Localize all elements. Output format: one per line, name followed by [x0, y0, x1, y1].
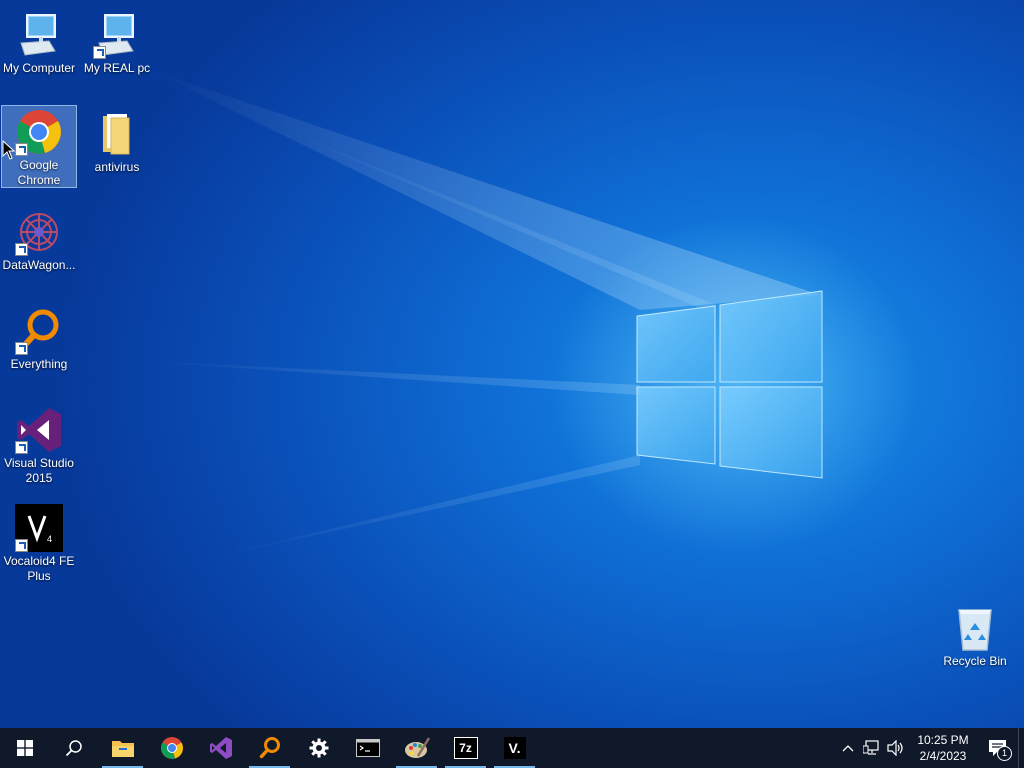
taskbar: 7z V. 10:25 PM 2/4/2023 1	[0, 728, 1024, 768]
start-button[interactable]	[0, 728, 49, 768]
taskbar-file-explorer[interactable]	[98, 728, 147, 768]
desktop-icon-label: Visual Studio 2015	[4, 456, 74, 485]
desktop-icon-label: Recycle Bin	[943, 654, 1007, 668]
taskbar-everything[interactable]	[245, 728, 294, 768]
notification-badge: 1	[997, 746, 1012, 761]
taskbar-vocaloid[interactable]: V.	[490, 728, 539, 768]
desktop-icon-label: Google Chrome	[17, 158, 61, 187]
desktop-icon-label: antivirus	[94, 160, 140, 174]
shortcut-arrow-icon	[93, 46, 106, 59]
shortcut-arrow-icon	[15, 539, 28, 552]
desktop-icon-label: Everything	[10, 357, 68, 371]
desktop-icon-datawagon[interactable]: DataWagon...	[1, 205, 77, 274]
volume-button[interactable]	[884, 728, 908, 768]
search-button[interactable]	[49, 728, 98, 768]
taskbar-chrome[interactable]	[147, 728, 196, 768]
system-tray: 10:25 PM 2/4/2023 1	[836, 728, 1024, 768]
monitor-icon	[15, 11, 63, 59]
shortcut-arrow-icon	[15, 441, 28, 454]
network-button[interactable]	[860, 728, 884, 768]
desktop-icon-everything[interactable]: Everything	[1, 304, 77, 373]
network-icon	[863, 740, 879, 755]
taskbar-paint[interactable]	[392, 728, 441, 768]
chrome-icon	[160, 737, 183, 759]
shortcut-arrow-icon	[15, 243, 28, 256]
terminal-icon	[355, 739, 380, 757]
gear-icon	[309, 738, 328, 758]
7zip-icon: 7z	[453, 737, 478, 759]
svg-text:4: 4	[47, 534, 52, 544]
show-hidden-icons-button[interactable]	[836, 728, 860, 768]
clock-date: 2/4/2023	[919, 749, 967, 763]
action-center-button[interactable]: 1	[978, 728, 1018, 768]
desktop-icon-vocaloid[interactable]: 4 Vocaloid4 FE Plus	[1, 501, 77, 585]
desktop-icon-label: Vocaloid4 FE Plus	[3, 554, 75, 583]
desktop-icon-my-computer[interactable]: My Computer	[1, 8, 77, 77]
desktop-icon-visual-studio[interactable]: Visual Studio 2015	[1, 403, 77, 487]
visual-studio-icon	[209, 737, 232, 759]
palette-icon	[404, 737, 430, 758]
search-icon	[65, 740, 82, 757]
chevron-up-icon	[842, 745, 854, 752]
datawagon-icon	[15, 208, 63, 256]
visual-studio-icon	[15, 406, 63, 454]
vocaloid-icon: 4	[15, 504, 63, 552]
taskbar-settings[interactable]	[294, 728, 343, 768]
folder-icon	[93, 110, 141, 158]
folder-icon	[111, 741, 134, 757]
desktop-icon-label: My Computer	[2, 61, 76, 75]
show-desktop-button[interactable]	[1018, 728, 1024, 768]
desktop-icon-label: DataWagon...	[2, 258, 76, 272]
desktop-icon-recycle-bin[interactable]: Recycle Bin	[937, 601, 1013, 670]
mouse-cursor-icon	[2, 140, 16, 160]
desktop-icon-label: My REAL pc	[83, 61, 151, 75]
clock-time: 10:25 PM	[917, 733, 969, 747]
taskbar-command-prompt[interactable]	[343, 728, 392, 768]
taskbar-visual-studio[interactable]	[196, 728, 245, 768]
desktop-icon-antivirus[interactable]: antivirus	[79, 107, 155, 176]
magnifier-icon	[259, 737, 280, 759]
speaker-icon	[887, 740, 903, 756]
shortcut-arrow-icon	[15, 342, 28, 355]
desktop: My Computer My REAL pc Google Chrome ant…	[0, 0, 1024, 728]
taskbar-7zip[interactable]: 7z	[441, 728, 490, 768]
desktop-icon-my-real-pc[interactable]: My REAL pc	[79, 8, 155, 77]
windows-logo-icon	[16, 740, 33, 756]
chrome-icon	[15, 108, 63, 156]
vocaloid-icon: V.	[503, 737, 526, 759]
shortcut-arrow-icon	[15, 143, 28, 156]
monitor-icon	[93, 11, 141, 59]
magnifier-icon	[15, 307, 63, 355]
taskbar-clock[interactable]: 10:25 PM 2/4/2023	[908, 732, 978, 764]
recycle-bin-icon	[951, 604, 999, 652]
